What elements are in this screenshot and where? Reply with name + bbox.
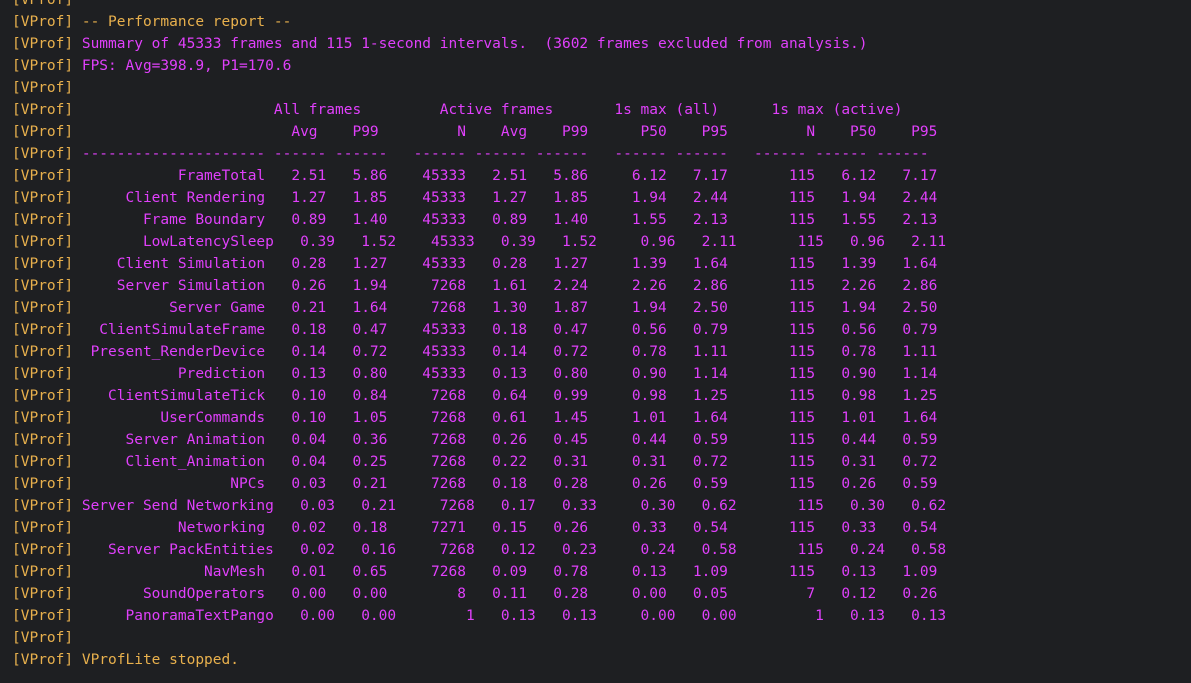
console-line: [VProf] Server Animation 0.04 0.36 7268 … (12, 429, 946, 451)
line-prefix: [VProf] (12, 190, 74, 206)
console-line: [VProf] Server Send Networking 0.03 0.21… (12, 495, 946, 517)
line-prefix: [VProf] (12, 146, 74, 162)
line-prefix: [VProf] (12, 388, 74, 404)
line-prefix: [VProf] (12, 36, 74, 52)
console-line: [VProf] VProfLite stopped. (12, 649, 946, 671)
console-line: [VProf] NPCs 0.03 0.21 7268 0.18 0.28 0.… (12, 473, 946, 495)
console-line: [VProf] ClientSimulateFrame 0.18 0.47 45… (12, 319, 946, 341)
line-prefix: [VProf] (12, 14, 74, 30)
console-line: [VProf] UserCommands 0.10 1.05 7268 0.61… (12, 407, 946, 429)
console-line: [VProf] Frame Boundary 0.89 1.40 45333 0… (12, 209, 946, 231)
line-prefix: [VProf] (12, 0, 74, 8)
line-text: PanoramaTextPango 0.00 0.00 1 0.13 0.13 … (73, 608, 947, 624)
line-text: NPCs 0.03 0.21 7268 0.18 0.28 0.26 0.59 … (73, 476, 938, 492)
console-line: [VProf] (12, 627, 946, 649)
console-line: [VProf] (12, 0, 946, 11)
console-line: [VProf] Summary of 45333 frames and 115 … (12, 33, 946, 55)
line-prefix: [VProf] (12, 58, 74, 74)
line-text: Present_RenderDevice 0.14 0.72 45333 0.1… (73, 344, 938, 360)
console-line: [VProf] ClientSimulateTick 0.10 0.84 726… (12, 385, 946, 407)
line-text: Prediction 0.13 0.80 45333 0.13 0.80 0.9… (73, 366, 938, 382)
console-line: [VProf] All frames Active frames 1s max … (12, 99, 946, 121)
console-line: [VProf] LowLatencySleep 0.39 1.52 45333 … (12, 231, 946, 253)
line-prefix: [VProf] (12, 124, 74, 140)
line-text: Client Simulation 0.28 1.27 45333 0.28 1… (73, 256, 938, 272)
line-prefix: [VProf] (12, 234, 74, 250)
line-prefix: [VProf] (12, 432, 74, 448)
line-text: LowLatencySleep 0.39 1.52 45333 0.39 1.5… (73, 234, 947, 250)
line-text: All frames Active frames 1s max (all) 1s… (73, 102, 903, 118)
line-prefix: [VProf] (12, 102, 74, 118)
line-prefix: [VProf] (12, 344, 74, 360)
line-text: SoundOperators 0.00 0.00 8 0.11 0.28 0.0… (73, 586, 938, 602)
line-prefix: [VProf] (12, 80, 74, 96)
line-text: Client_Animation 0.04 0.25 7268 0.22 0.3… (73, 454, 938, 470)
console-line: [VProf] Client_Animation 0.04 0.25 7268 … (12, 451, 946, 473)
console-line: [VProf] Present_RenderDevice 0.14 0.72 4… (12, 341, 946, 363)
console-line: [VProf] Client Simulation 0.28 1.27 4533… (12, 253, 946, 275)
line-text: UserCommands 0.10 1.05 7268 0.61 1.45 1.… (73, 410, 938, 426)
line-text: ClientSimulateFrame 0.18 0.47 45333 0.18… (73, 322, 938, 338)
line-text: Networking 0.02 0.18 7271 0.15 0.26 0.33… (73, 520, 938, 536)
line-text: Server Animation 0.04 0.36 7268 0.26 0.4… (73, 432, 938, 448)
console-line: [VProf] FPS: Avg=398.9, P1=170.6 (12, 55, 946, 77)
console-line: [VProf] SoundOperators 0.00 0.00 8 0.11 … (12, 583, 946, 605)
line-prefix: [VProf] (12, 652, 74, 668)
console-line: [VProf] Server PackEntities 0.02 0.16 72… (12, 539, 946, 561)
line-prefix: [VProf] (12, 410, 74, 426)
console-line: [VProf] Client Rendering 1.27 1.85 45333… (12, 187, 946, 209)
line-text: NavMesh 0.01 0.65 7268 0.09 0.78 0.13 1.… (73, 564, 938, 580)
line-prefix: [VProf] (12, 476, 74, 492)
line-text: Summary of 45333 frames and 115 1-second… (73, 36, 868, 52)
line-prefix: [VProf] (12, 454, 74, 470)
line-prefix: [VProf] (12, 256, 74, 272)
line-prefix: [VProf] (12, 168, 74, 184)
console-line: [VProf] (12, 77, 946, 99)
line-prefix: [VProf] (12, 212, 74, 228)
line-text: --------------------- ------ ------ ----… (73, 146, 929, 162)
console-line: [VProf] Prediction 0.13 0.80 45333 0.13 … (12, 363, 946, 385)
line-text: -- Performance report -- (73, 14, 292, 30)
console-line: [VProf] Networking 0.02 0.18 7271 0.15 0… (12, 517, 946, 539)
line-prefix: [VProf] (12, 586, 74, 602)
line-prefix: [VProf] (12, 322, 74, 338)
console-line: [VProf] -- Performance report -- (12, 11, 946, 33)
line-prefix: [VProf] (12, 498, 74, 514)
console-line: [VProf] Server Simulation 0.26 1.94 7268… (12, 275, 946, 297)
line-prefix: [VProf] (12, 608, 74, 624)
line-prefix: [VProf] (12, 520, 74, 536)
line-text: Avg P99 N Avg P99 P50 P95 N P50 P95 (73, 124, 938, 140)
console-line: [VProf] --------------------- ------ ---… (12, 143, 946, 165)
console-line: [VProf] PanoramaTextPango 0.00 0.00 1 0.… (12, 605, 946, 627)
console-output: [VProf] [VProf] -- Performance report --[… (0, 0, 1191, 683)
console-line: [VProf] NavMesh 0.01 0.65 7268 0.09 0.78… (12, 561, 946, 583)
line-prefix: [VProf] (12, 278, 74, 294)
console-line: [VProf] Server Game 0.21 1.64 7268 1.30 … (12, 297, 946, 319)
line-text: Server Game 0.21 1.64 7268 1.30 1.87 1.9… (73, 300, 938, 316)
line-prefix: [VProf] (12, 564, 74, 580)
line-prefix: [VProf] (12, 300, 74, 316)
line-text: Server PackEntities 0.02 0.16 7268 0.12 … (73, 542, 947, 558)
line-text: Frame Boundary 0.89 1.40 45333 0.89 1.40… (73, 212, 938, 228)
line-prefix: [VProf] (12, 542, 74, 558)
line-prefix: [VProf] (12, 630, 74, 646)
line-text: VProfLite stopped. (73, 652, 239, 668)
console-lines: [VProf] [VProf] -- Performance report --[… (12, 0, 946, 671)
line-text: Server Simulation 0.26 1.94 7268 1.61 2.… (73, 278, 938, 294)
console-line: [VProf] FrameTotal 2.51 5.86 45333 2.51 … (12, 165, 946, 187)
line-text: FrameTotal 2.51 5.86 45333 2.51 5.86 6.1… (73, 168, 938, 184)
console-line: [VProf] Avg P99 N Avg P99 P50 P95 N P50 … (12, 121, 946, 143)
line-text: Server Send Networking 0.03 0.21 7268 0.… (73, 498, 947, 514)
line-text: ClientSimulateTick 0.10 0.84 7268 0.64 0… (73, 388, 938, 404)
line-text: Client Rendering 1.27 1.85 45333 1.27 1.… (73, 190, 938, 206)
line-text: FPS: Avg=398.9, P1=170.6 (73, 58, 292, 74)
line-prefix: [VProf] (12, 366, 74, 382)
